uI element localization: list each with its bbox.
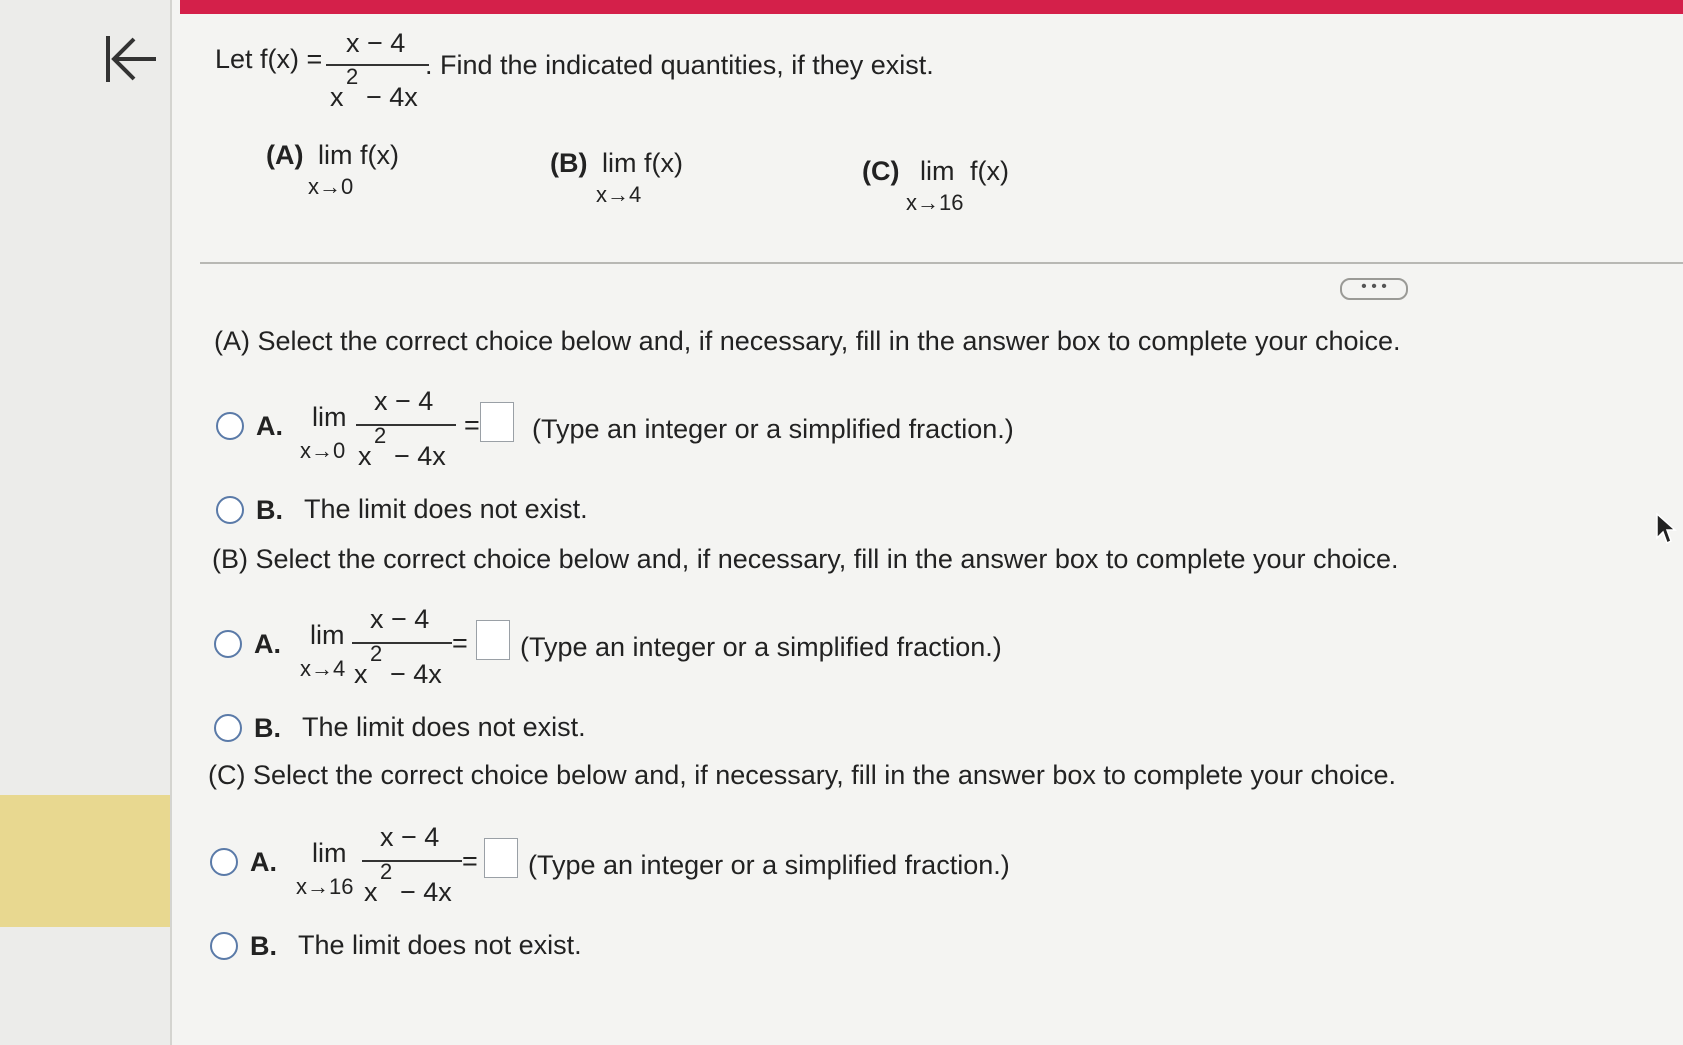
choice-a-fraction-bar (362, 860, 462, 862)
choice-b-letter: B. (254, 713, 281, 743)
choice-a-den-rest: − 4x (390, 659, 442, 689)
choice-a-lim: lim (310, 620, 345, 650)
fraction-bar (326, 64, 429, 66)
choice-a-fraction-bar (356, 424, 456, 426)
choice-a-den-rest: − 4x (394, 441, 446, 471)
back-arrow-icon (106, 36, 156, 82)
choice-a-den-x: x (354, 659, 368, 689)
back-to-start-button[interactable] (100, 30, 162, 88)
expand-more-button[interactable]: • • • (1340, 278, 1408, 300)
fraction-denominator-exponent: 2 (346, 64, 359, 89)
choice-a-radio[interactable] (216, 412, 244, 440)
choice-a-lim: lim (312, 402, 347, 432)
part-label: (B) (550, 148, 588, 178)
choice-a-den-x: x (358, 441, 372, 471)
sidebar-highlight (0, 795, 170, 927)
fraction-denominator-rest: − 4x (366, 82, 418, 112)
part-label: (C) (862, 156, 900, 186)
choice-b-radio[interactable] (210, 932, 238, 960)
choice-a-equals: = (452, 628, 468, 658)
choice-a-hint: (Type an integer or a simplified fractio… (528, 850, 1010, 880)
choice-a-lim: lim (312, 838, 347, 868)
part-lim: lim (602, 148, 637, 178)
choice-a-fraction-bar (352, 642, 452, 644)
part-function: f(x) (360, 140, 399, 170)
part-lim: lim (920, 156, 955, 186)
choice-a-equals: = (464, 410, 480, 440)
answer-box-a[interactable] (480, 402, 514, 442)
choice-a-hint: (Type an integer or a simplified fractio… (520, 632, 1002, 662)
choice-b-text: The limit does not exist. (304, 494, 588, 524)
choice-a-den-exponent: 2 (374, 423, 387, 448)
part-subscript: x→4 (596, 182, 642, 207)
part-lim: lim (318, 140, 353, 170)
question-prefix: Let f(x) = (215, 44, 323, 74)
answer-box-b[interactable] (476, 620, 510, 660)
part-subscript: x→0 (308, 174, 354, 199)
choice-b-radio[interactable] (214, 714, 242, 742)
choice-b-letter: B. (256, 495, 283, 525)
section-divider (200, 262, 1683, 264)
part-function: f(x) (644, 148, 683, 178)
choice-a-equals: = (462, 846, 478, 876)
fraction-denominator-x: x (330, 82, 344, 112)
choice-b-text: The limit does not exist. (302, 712, 586, 742)
choice-a-letter: A. (254, 629, 281, 659)
choice-a-den-rest: − 4x (400, 877, 452, 907)
choice-a-radio[interactable] (214, 630, 242, 658)
section-heading: (A) Select the correct choice below and,… (214, 326, 1401, 356)
part-label: (A) (266, 140, 304, 170)
choice-a-numerator: x − 4 (370, 604, 430, 634)
choice-a-subscript: x→16 (296, 874, 354, 899)
part-subscript: x→16 (906, 190, 964, 215)
answer-box-c[interactable] (484, 838, 518, 878)
choice-a-den-exponent: 2 (370, 641, 383, 666)
question-suffix: . Find the indicated quantities, if they… (425, 50, 934, 80)
fraction-numerator: x − 4 (346, 28, 406, 58)
choice-a-den-x: x (364, 877, 378, 907)
choice-a-numerator: x − 4 (374, 386, 434, 416)
part-function: f(x) (970, 156, 1009, 186)
question-content: Let f(x) = x − 4 x 2 − 4x . Find the ind… (180, 0, 1683, 1045)
choice-a-letter: A. (250, 847, 277, 877)
section-heading: (C) Select the correct choice below and,… (208, 760, 1397, 790)
choice-a-subscript: x→0 (300, 438, 346, 463)
choice-a-den-exponent: 2 (380, 859, 393, 884)
choice-a-numerator: x − 4 (380, 822, 440, 852)
choice-b-radio[interactable] (216, 496, 244, 524)
choice-a-letter: A. (256, 411, 283, 441)
section-heading: (B) Select the correct choice below and,… (212, 544, 1399, 574)
choice-a-radio[interactable] (210, 848, 238, 876)
mouse-pointer-icon (1656, 512, 1677, 545)
choice-b-text: The limit does not exist. (298, 930, 582, 960)
sidebar (0, 0, 172, 1045)
choice-a-hint: (Type an integer or a simplified fractio… (532, 414, 1014, 444)
choice-a-subscript: x→4 (300, 656, 346, 681)
choice-b-letter: B. (250, 931, 277, 961)
